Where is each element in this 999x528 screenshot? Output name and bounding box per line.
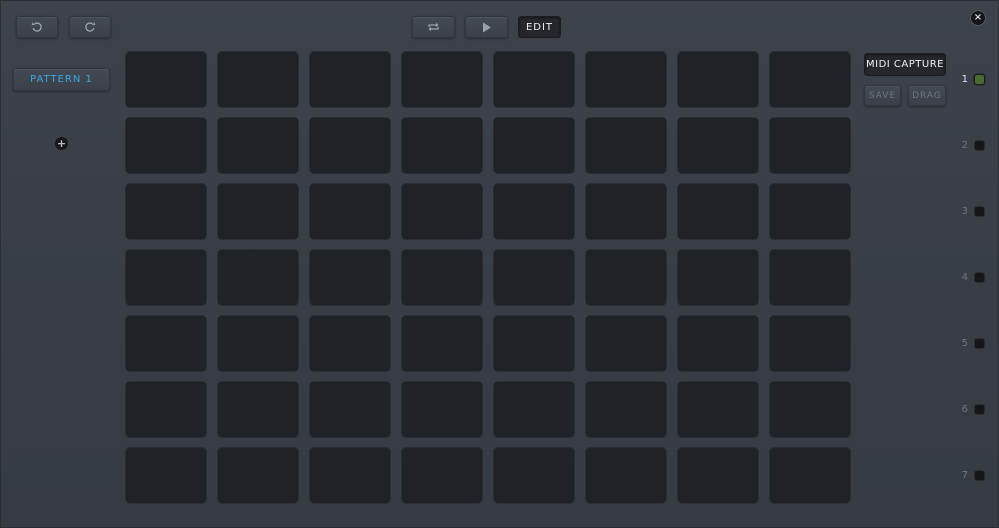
clip-pad[interactable] xyxy=(494,316,574,371)
clip-pad[interactable] xyxy=(678,448,758,503)
clip-pad[interactable] xyxy=(218,184,298,239)
row-led-icon[interactable] xyxy=(975,141,984,150)
clip-pad[interactable] xyxy=(126,448,206,503)
row-number: 5 xyxy=(961,338,968,349)
clip-pad[interactable] xyxy=(770,382,850,437)
loop-button[interactable] xyxy=(412,16,455,38)
clip-pad[interactable] xyxy=(310,316,390,371)
row-led-icon[interactable] xyxy=(975,75,984,84)
clip-pad[interactable] xyxy=(218,316,298,371)
plus-icon[interactable]: + xyxy=(55,137,68,150)
clip-pad[interactable] xyxy=(494,184,574,239)
clip-pad[interactable] xyxy=(402,250,482,305)
clip-pad[interactable] xyxy=(494,250,574,305)
row-marker-6[interactable]: 6 xyxy=(960,404,984,415)
drag-label: DRAG xyxy=(912,90,942,101)
row-marker-4[interactable]: 4 xyxy=(960,272,984,283)
clip-pad[interactable] xyxy=(494,52,574,107)
clip-pad[interactable] xyxy=(586,382,666,437)
loop-icon xyxy=(428,22,439,32)
row-number: 7 xyxy=(961,470,968,481)
save-label: SAVE xyxy=(868,90,897,101)
pattern-label: PATTERN 1 xyxy=(30,74,93,85)
clip-pad[interactable] xyxy=(586,250,666,305)
play-icon xyxy=(482,22,491,32)
clip-pad[interactable] xyxy=(310,448,390,503)
clip-pad[interactable] xyxy=(770,316,850,371)
clip-launcher-panel: EDIT × PATTERN 1 + MIDI CAPTURE SAVE DRA… xyxy=(0,0,999,528)
clip-pad[interactable] xyxy=(678,316,758,371)
clip-pad[interactable] xyxy=(586,118,666,173)
clip-pad[interactable] xyxy=(310,118,390,173)
row-number: 6 xyxy=(961,404,968,415)
clip-pad[interactable] xyxy=(218,250,298,305)
clip-pad[interactable] xyxy=(402,382,482,437)
clip-pad[interactable] xyxy=(770,118,850,173)
clip-pad[interactable] xyxy=(586,316,666,371)
clip-pad[interactable] xyxy=(218,118,298,173)
pattern-button-1[interactable]: PATTERN 1 xyxy=(13,68,110,91)
row-number: 4 xyxy=(961,272,968,283)
clip-pad[interactable] xyxy=(126,184,206,239)
clip-pad[interactable] xyxy=(770,250,850,305)
row-number: 3 xyxy=(961,206,968,217)
edit-button[interactable]: EDIT xyxy=(518,16,561,38)
clip-pad[interactable] xyxy=(678,118,758,173)
clip-pad[interactable] xyxy=(310,184,390,239)
midi-capture-label: MIDI CAPTURE xyxy=(866,59,944,70)
row-marker-1[interactable]: 1 xyxy=(960,74,984,85)
pad-grid xyxy=(126,52,850,503)
row-marker-7[interactable]: 7 xyxy=(960,470,984,481)
clip-pad[interactable] xyxy=(126,118,206,173)
edit-button-label: EDIT xyxy=(525,21,554,33)
redo-button[interactable] xyxy=(69,16,111,38)
row-led-icon[interactable] xyxy=(975,273,984,282)
clip-pad[interactable] xyxy=(402,448,482,503)
clip-pad[interactable] xyxy=(678,52,758,107)
clip-pad[interactable] xyxy=(678,250,758,305)
clip-pad[interactable] xyxy=(402,52,482,107)
close-icon[interactable]: × xyxy=(971,11,985,25)
clip-pad[interactable] xyxy=(218,448,298,503)
clip-pad[interactable] xyxy=(126,52,206,107)
row-number: 2 xyxy=(961,140,968,151)
row-led-icon[interactable] xyxy=(975,405,984,414)
clip-pad[interactable] xyxy=(494,118,574,173)
clip-pad[interactable] xyxy=(770,52,850,107)
undo-icon xyxy=(31,22,42,32)
row-number: 1 xyxy=(961,74,968,85)
save-button[interactable]: SAVE xyxy=(864,85,901,106)
row-marker-3[interactable]: 3 xyxy=(960,206,984,217)
clip-pad[interactable] xyxy=(770,184,850,239)
clip-pad[interactable] xyxy=(402,184,482,239)
row-led-icon[interactable] xyxy=(975,207,984,216)
midi-capture-button[interactable]: MIDI CAPTURE xyxy=(864,53,946,76)
clip-pad[interactable] xyxy=(402,118,482,173)
row-led-icon[interactable] xyxy=(975,471,984,480)
clip-pad[interactable] xyxy=(494,382,574,437)
clip-pad[interactable] xyxy=(218,382,298,437)
row-led-icon[interactable] xyxy=(975,339,984,348)
clip-pad[interactable] xyxy=(770,448,850,503)
clip-pad[interactable] xyxy=(586,52,666,107)
row-marker-2[interactable]: 2 xyxy=(960,140,984,151)
clip-pad[interactable] xyxy=(218,52,298,107)
clip-pad[interactable] xyxy=(678,184,758,239)
clip-pad[interactable] xyxy=(678,382,758,437)
clip-pad[interactable] xyxy=(586,184,666,239)
clip-pad[interactable] xyxy=(126,250,206,305)
clip-pad[interactable] xyxy=(310,250,390,305)
redo-icon xyxy=(85,22,96,32)
play-button[interactable] xyxy=(465,16,508,38)
clip-pad[interactable] xyxy=(586,448,666,503)
clip-pad[interactable] xyxy=(126,316,206,371)
clip-pad[interactable] xyxy=(310,382,390,437)
row-marker-5[interactable]: 5 xyxy=(960,338,984,349)
undo-button[interactable] xyxy=(16,16,58,38)
clip-pad[interactable] xyxy=(126,382,206,437)
clip-pad[interactable] xyxy=(310,52,390,107)
clip-pad[interactable] xyxy=(494,448,574,503)
clip-pad[interactable] xyxy=(402,316,482,371)
drag-button[interactable]: DRAG xyxy=(908,85,946,106)
